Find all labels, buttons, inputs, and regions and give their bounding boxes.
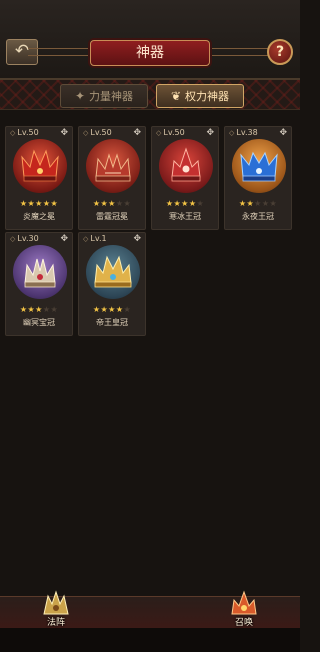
- help-button[interactable]: ?: [267, 39, 293, 65]
- artifact-name: 永夜王冠: [242, 212, 274, 221]
- enhance-icon: ✥: [60, 234, 68, 244]
- artifact-level: Lv.38: [229, 128, 257, 137]
- star-rating: ★★★★★: [19, 199, 59, 208]
- artifact-card[interactable]: Lv.50 ✥ ★★★★★ 炎魔之冕: [5, 126, 73, 230]
- artifact-level: Lv.50: [156, 128, 184, 137]
- sparkle-icon: ✦: [74, 89, 86, 103]
- array-button[interactable]: 法阵: [34, 590, 78, 630]
- artifact-card[interactable]: Lv.1 ✥ ★★★★★ 帝王皇冠: [78, 232, 146, 336]
- nether-crown-icon: [24, 258, 56, 288]
- back-arrow-icon: ↶: [14, 41, 30, 61]
- array-label: 法阵: [46, 618, 65, 628]
- array-icon: [43, 590, 69, 615]
- tab-label: 权力神器: [185, 90, 230, 103]
- artifact-level: Lv.50: [10, 128, 38, 137]
- star-rating: ★★★★★: [19, 305, 59, 314]
- artifact-name: 炎魔之冕: [23, 212, 55, 221]
- tab-power-artifacts[interactable]: ❦ 权力神器: [156, 84, 244, 108]
- night-crown-icon: [240, 151, 278, 182]
- thunder-crown-icon: [95, 153, 131, 182]
- artifact-portrait: [159, 139, 213, 193]
- top-header: ↶ 神器 ?: [0, 0, 300, 80]
- ice-crown-icon: [171, 147, 201, 182]
- artifact-level: Lv.50: [83, 128, 111, 137]
- star-rating: ★★★★★: [238, 199, 278, 208]
- enhance-icon: ✥: [133, 128, 141, 138]
- emperor-crown-icon: [94, 255, 132, 288]
- artifact-level: Lv.1: [83, 234, 106, 243]
- title-ornament-right: [212, 48, 272, 56]
- artifact-name: 帝王皇冠: [96, 318, 128, 327]
- artifact-card[interactable]: Lv.50 ✥ ★★★★★ 雷霆冠冕: [78, 126, 146, 230]
- enhance-icon: ✥: [206, 128, 214, 138]
- bottom-strip: [0, 628, 300, 652]
- artifact-card[interactable]: Lv.50 ✥ ★★★★★ 寒冰王冠: [151, 126, 219, 230]
- fire-crown-icon: [21, 149, 59, 182]
- summon-icon: [231, 590, 257, 615]
- enhance-icon: ✥: [279, 128, 287, 138]
- title-ornament-left: [28, 48, 88, 56]
- artifact-portrait: [232, 139, 286, 193]
- artifact-portrait: [86, 139, 140, 193]
- summon-button[interactable]: 召唤: [222, 590, 266, 630]
- star-rating: ★★★★★: [92, 199, 132, 208]
- artifact-card[interactable]: Lv.38 ✥ ★★★★★ 永夜王冠: [224, 126, 292, 230]
- artifact-portrait: [13, 245, 67, 299]
- artifact-card[interactable]: Lv.30 ✥ ★★★★★ 幽冥宝冠: [5, 232, 73, 336]
- enhance-icon: ✥: [133, 234, 141, 244]
- tab-label: 力量神器: [89, 90, 134, 103]
- star-rating: ★★★★★: [165, 199, 205, 208]
- artifact-level: Lv.30: [10, 234, 38, 243]
- enhance-icon: ✥: [60, 128, 68, 138]
- tab-bar: ✦ 力量神器 ❦ 权力神器: [0, 80, 300, 110]
- wing-icon: ❦: [170, 89, 182, 103]
- artifact-name: 幽冥宝冠: [23, 318, 55, 327]
- summon-label: 召唤: [234, 618, 253, 628]
- artifact-name: 雷霆冠冕: [96, 212, 128, 221]
- star-rating: ★★★★★: [92, 305, 132, 314]
- artifact-name: 寒冰王冠: [169, 212, 201, 221]
- tab-strength-artifacts[interactable]: ✦ 力量神器: [60, 84, 148, 108]
- page-title: 神器: [90, 40, 210, 66]
- artifact-portrait: [86, 245, 140, 299]
- artifact-portrait: [13, 139, 67, 193]
